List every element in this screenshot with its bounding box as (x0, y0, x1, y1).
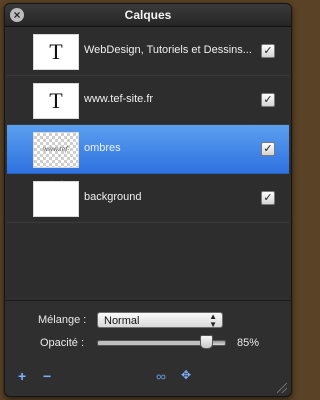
layer-visibility-checkbox[interactable]: ✓ (261, 191, 275, 205)
titlebar: × Calques (5, 4, 291, 27)
layer-name: ombres (84, 142, 121, 154)
layer-thumbnail (33, 181, 79, 217)
add-layer-icon[interactable]: + (18, 368, 26, 384)
opacity-slider-thumb[interactable] (199, 335, 213, 349)
opacity-slider-fill (98, 341, 206, 345)
layer-visibility-checkbox[interactable]: ✓ (261, 93, 275, 107)
divider (5, 300, 291, 301)
opacity-slider[interactable] (97, 335, 226, 349)
panel-title: Calques (124, 8, 172, 22)
layer-thumbnail: T (33, 83, 79, 119)
blend-label: Mélange : (38, 314, 87, 326)
chevron-updown-icon: ▲ ▼ (209, 312, 217, 329)
layer-row-selected[interactable]: www.tef-site.fr ombres ✓ (7, 125, 289, 187)
layer-thumbnail: T (33, 34, 79, 70)
layers-panel: × Calques T WebDesign, Tutoriels et Dess… (4, 3, 292, 397)
layer-row[interactable]: T www.tef-site.fr ✓ (7, 76, 289, 125)
layer-thumbnail: www.tef-site.fr (33, 132, 79, 187)
blend-mode-value: Normal (104, 315, 140, 327)
layer-name: WebDesign, Tutoriels et Dessins... (84, 44, 252, 56)
layer-name: www.tef-site.fr (84, 93, 154, 105)
resize-grip-icon[interactable] (277, 383, 287, 393)
layer-row[interactable]: T WebDesign, Tutoriels et Dessins... ✓ (7, 27, 289, 76)
link-icon[interactable]: ∞ (156, 368, 166, 384)
layer-row[interactable]: background ✓ (7, 174, 289, 223)
remove-layer-icon[interactable]: − (43, 368, 51, 384)
opacity-label: Opacité : (40, 337, 85, 349)
opacity-value: 85% (237, 337, 260, 349)
layer-visibility-checkbox[interactable]: ✓ (261, 142, 275, 156)
blend-mode-select[interactable]: Normal ▲ ▼ (97, 312, 223, 329)
layer-list: T WebDesign, Tutoriels et Dessins... ✓ T… (7, 27, 289, 297)
move-icon[interactable]: ✥ (181, 368, 191, 382)
layer-name: background (84, 191, 142, 203)
layer-visibility-checkbox[interactable]: ✓ (261, 44, 275, 58)
